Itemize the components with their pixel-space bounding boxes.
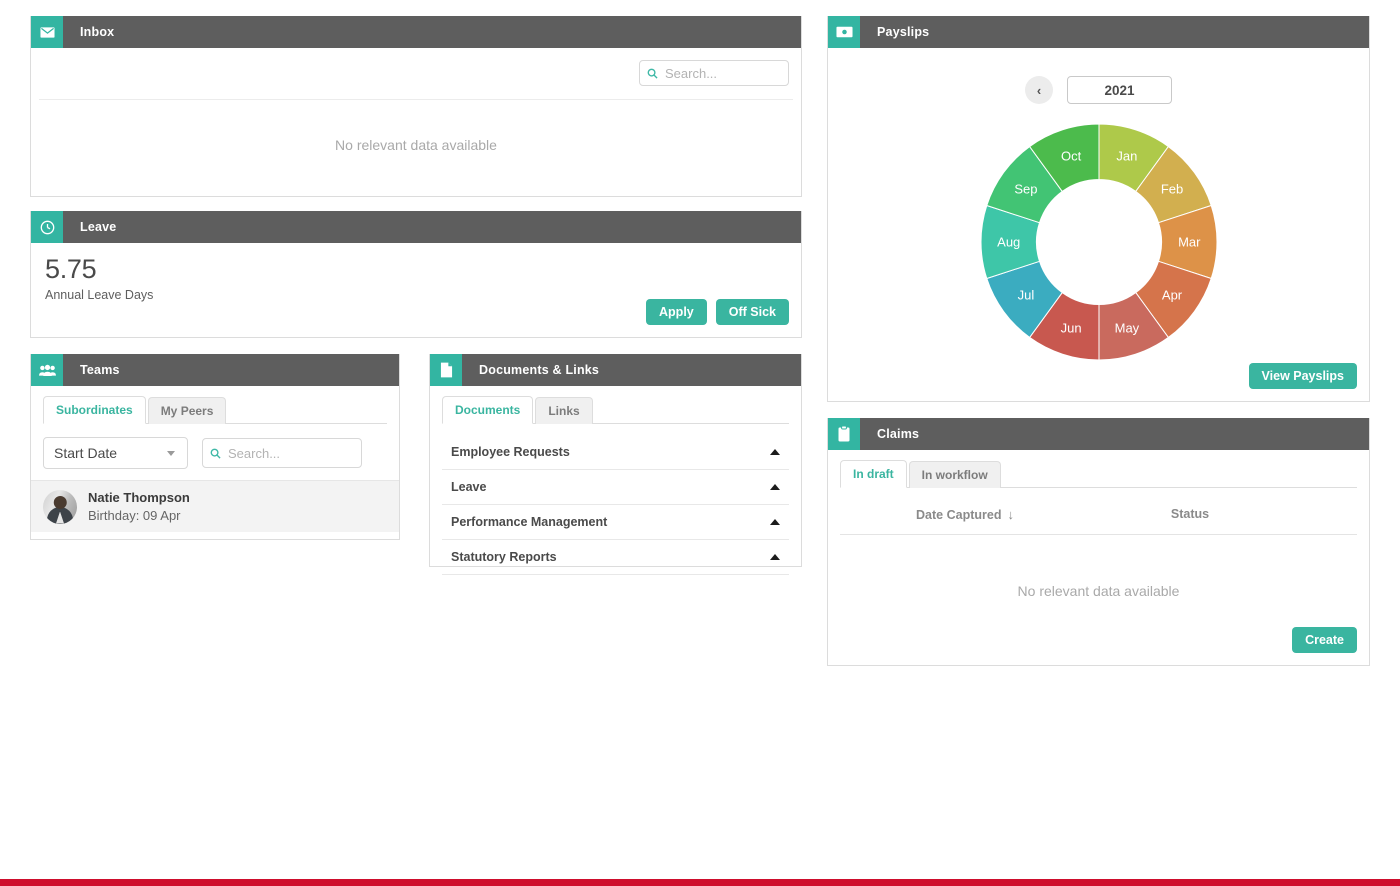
clock-icon xyxy=(31,211,63,243)
leave-panel-header: Leave xyxy=(31,211,801,243)
tab-links[interactable]: Links xyxy=(535,396,593,424)
payslips-year-value[interactable]: 2021 xyxy=(1067,76,1172,104)
team-member-name: Natie Thompson xyxy=(88,490,190,505)
claims-table-header: Date Captured ↓ Status xyxy=(840,497,1357,535)
money-icon xyxy=(828,16,860,48)
view-payslips-button[interactable]: View Payslips xyxy=(1248,362,1357,389)
accordion-performance-management[interactable]: Performance Management xyxy=(442,505,789,540)
tab-my-peers[interactable]: My Peers xyxy=(147,396,227,424)
documents-tabs: Documents Links xyxy=(442,395,789,424)
chevron-up-icon xyxy=(770,449,780,455)
claims-empty-message: No relevant data available xyxy=(1017,583,1180,599)
claims-title: Claims xyxy=(877,427,920,441)
payslips-body: ‹ 2021 Jan Feb Mar Apr May Jun Jul Aug Sep Oct Vi… xyxy=(828,48,1369,401)
dashboard-page: Inbox No relevant data available xyxy=(0,0,1400,886)
donut-label-sep: Sep xyxy=(1014,181,1037,196)
donut-label-mar: Mar xyxy=(1178,235,1201,250)
team-member-detail: Birthday: 09 Apr xyxy=(88,507,181,523)
inbox-empty-message: No relevant data available xyxy=(335,137,497,153)
bottom-accent-bar xyxy=(0,879,1400,886)
inbox-panel-header: Inbox xyxy=(31,16,801,48)
clipboard-icon xyxy=(828,418,860,450)
tab-documents[interactable]: Documents xyxy=(442,395,534,424)
search-icon xyxy=(210,448,221,459)
column-date-captured[interactable]: Date Captured ↓ xyxy=(840,507,1090,522)
claims-panel: Claims In draft In workflow Date Capture… xyxy=(827,418,1370,666)
donut-label-jan: Jan xyxy=(1116,149,1137,164)
teams-panel: Teams Subordinates My Peers Start Date S… xyxy=(30,354,400,540)
teams-title: Teams xyxy=(80,363,120,377)
inbox-search-input[interactable] xyxy=(665,65,781,81)
documents-title: Documents & Links xyxy=(479,363,600,377)
chevron-up-icon xyxy=(770,484,780,490)
chevron-up-icon xyxy=(770,519,780,525)
accordion-label: Statutory Reports xyxy=(451,550,557,564)
tab-subordinates[interactable]: Subordinates xyxy=(43,395,146,424)
teams-search-input[interactable] xyxy=(228,445,354,461)
payslips-year-nav: ‹ 2021 xyxy=(828,76,1369,104)
leave-balance-value: 5.75 xyxy=(45,254,97,284)
sort-descending-icon: ↓ xyxy=(1007,507,1014,522)
donut-label-jun: Jun xyxy=(1060,320,1081,335)
chevron-up-icon xyxy=(770,554,780,560)
off-sick-button[interactable]: Off Sick xyxy=(715,298,789,325)
payslips-panel: Payslips ‹ 2021 Jan Feb Mar Apr May Jun Jul Aug… xyxy=(827,16,1370,402)
avatar xyxy=(43,489,77,524)
chevron-down-icon xyxy=(167,450,175,456)
month-donut-svg: Jan Feb Mar Apr May Jun Jul Aug Sep Oct xyxy=(980,123,1217,361)
claims-tabs: In draft In workflow xyxy=(840,459,1357,488)
teams-body: Subordinates My Peers Start Date Search.… xyxy=(31,386,399,539)
teams-panel-header: Teams xyxy=(31,354,399,386)
payslips-title: Payslips xyxy=(877,25,930,39)
column-label: Date Captured xyxy=(916,507,1002,522)
accordion-label: Employee Requests xyxy=(451,445,570,459)
apply-leave-button[interactable]: Apply xyxy=(646,298,707,325)
column-status: Status xyxy=(1170,507,1210,521)
leave-body: 5.75 Annual Leave Days Apply Off Sick xyxy=(31,243,801,337)
document-icon xyxy=(430,354,462,386)
leave-title: Leave xyxy=(80,220,117,234)
donut-label-apr: Apr xyxy=(1161,288,1182,303)
tab-in-workflow[interactable]: In workflow xyxy=(908,460,1001,488)
teams-search[interactable] xyxy=(202,438,362,468)
donut-label-may: May xyxy=(1114,320,1139,335)
documents-links-panel: Documents & Links Documents Links Employ… xyxy=(429,354,802,575)
inbox-divider xyxy=(39,99,793,100)
claims-body: In draft In workflow Date Captured ↓ Sta… xyxy=(828,450,1369,665)
donut-label-oct: Oct xyxy=(1060,149,1081,164)
accordion-label: Leave xyxy=(451,480,487,494)
inbox-search[interactable] xyxy=(639,60,789,86)
teams-sort-select[interactable]: Start Date xyxy=(43,437,188,469)
teams-tabs: Subordinates My Peers xyxy=(43,395,387,424)
create-claim-button[interactable]: Create xyxy=(1292,626,1357,653)
donut-label-aug: Aug xyxy=(997,235,1020,250)
search-icon xyxy=(647,68,658,79)
accordion-statutory-reports[interactable]: Statutory Reports xyxy=(442,540,789,575)
payslips-panel-header: Payslips xyxy=(828,16,1369,48)
documents-category-list: Employee Requests Leave Performance Mana… xyxy=(442,435,789,575)
payslips-month-wheel-chart[interactable]: Jan Feb Mar Apr May Jun Jul Aug Sep Oct xyxy=(979,122,1219,362)
people-icon xyxy=(31,354,63,386)
documents-panel-header: Documents & Links xyxy=(430,354,801,386)
donut-label-jul: Jul xyxy=(1017,288,1034,303)
team-member-row[interactable]: Natie Thompson Birthday: 09 Apr xyxy=(31,480,399,533)
accordion-label: Performance Management xyxy=(451,515,608,529)
envelope-icon xyxy=(31,16,63,48)
donut-label-feb: Feb xyxy=(1160,181,1182,196)
inbox-panel: Inbox No relevant data available xyxy=(30,16,802,197)
previous-year-button[interactable]: ‹ xyxy=(1025,76,1053,104)
documents-body: Documents Links Employee Requests Leave … xyxy=(430,386,801,575)
teams-sort-value: Start Date xyxy=(54,445,118,461)
inbox-title: Inbox xyxy=(80,25,115,39)
accordion-employee-requests[interactable]: Employee Requests xyxy=(442,435,789,470)
leave-panel: Leave 5.75 Annual Leave Days Apply Off S… xyxy=(30,211,802,338)
accordion-leave[interactable]: Leave xyxy=(442,470,789,505)
tab-in-draft[interactable]: In draft xyxy=(840,459,907,488)
claims-panel-header: Claims xyxy=(828,418,1369,450)
inbox-body: No relevant data available xyxy=(31,48,801,196)
